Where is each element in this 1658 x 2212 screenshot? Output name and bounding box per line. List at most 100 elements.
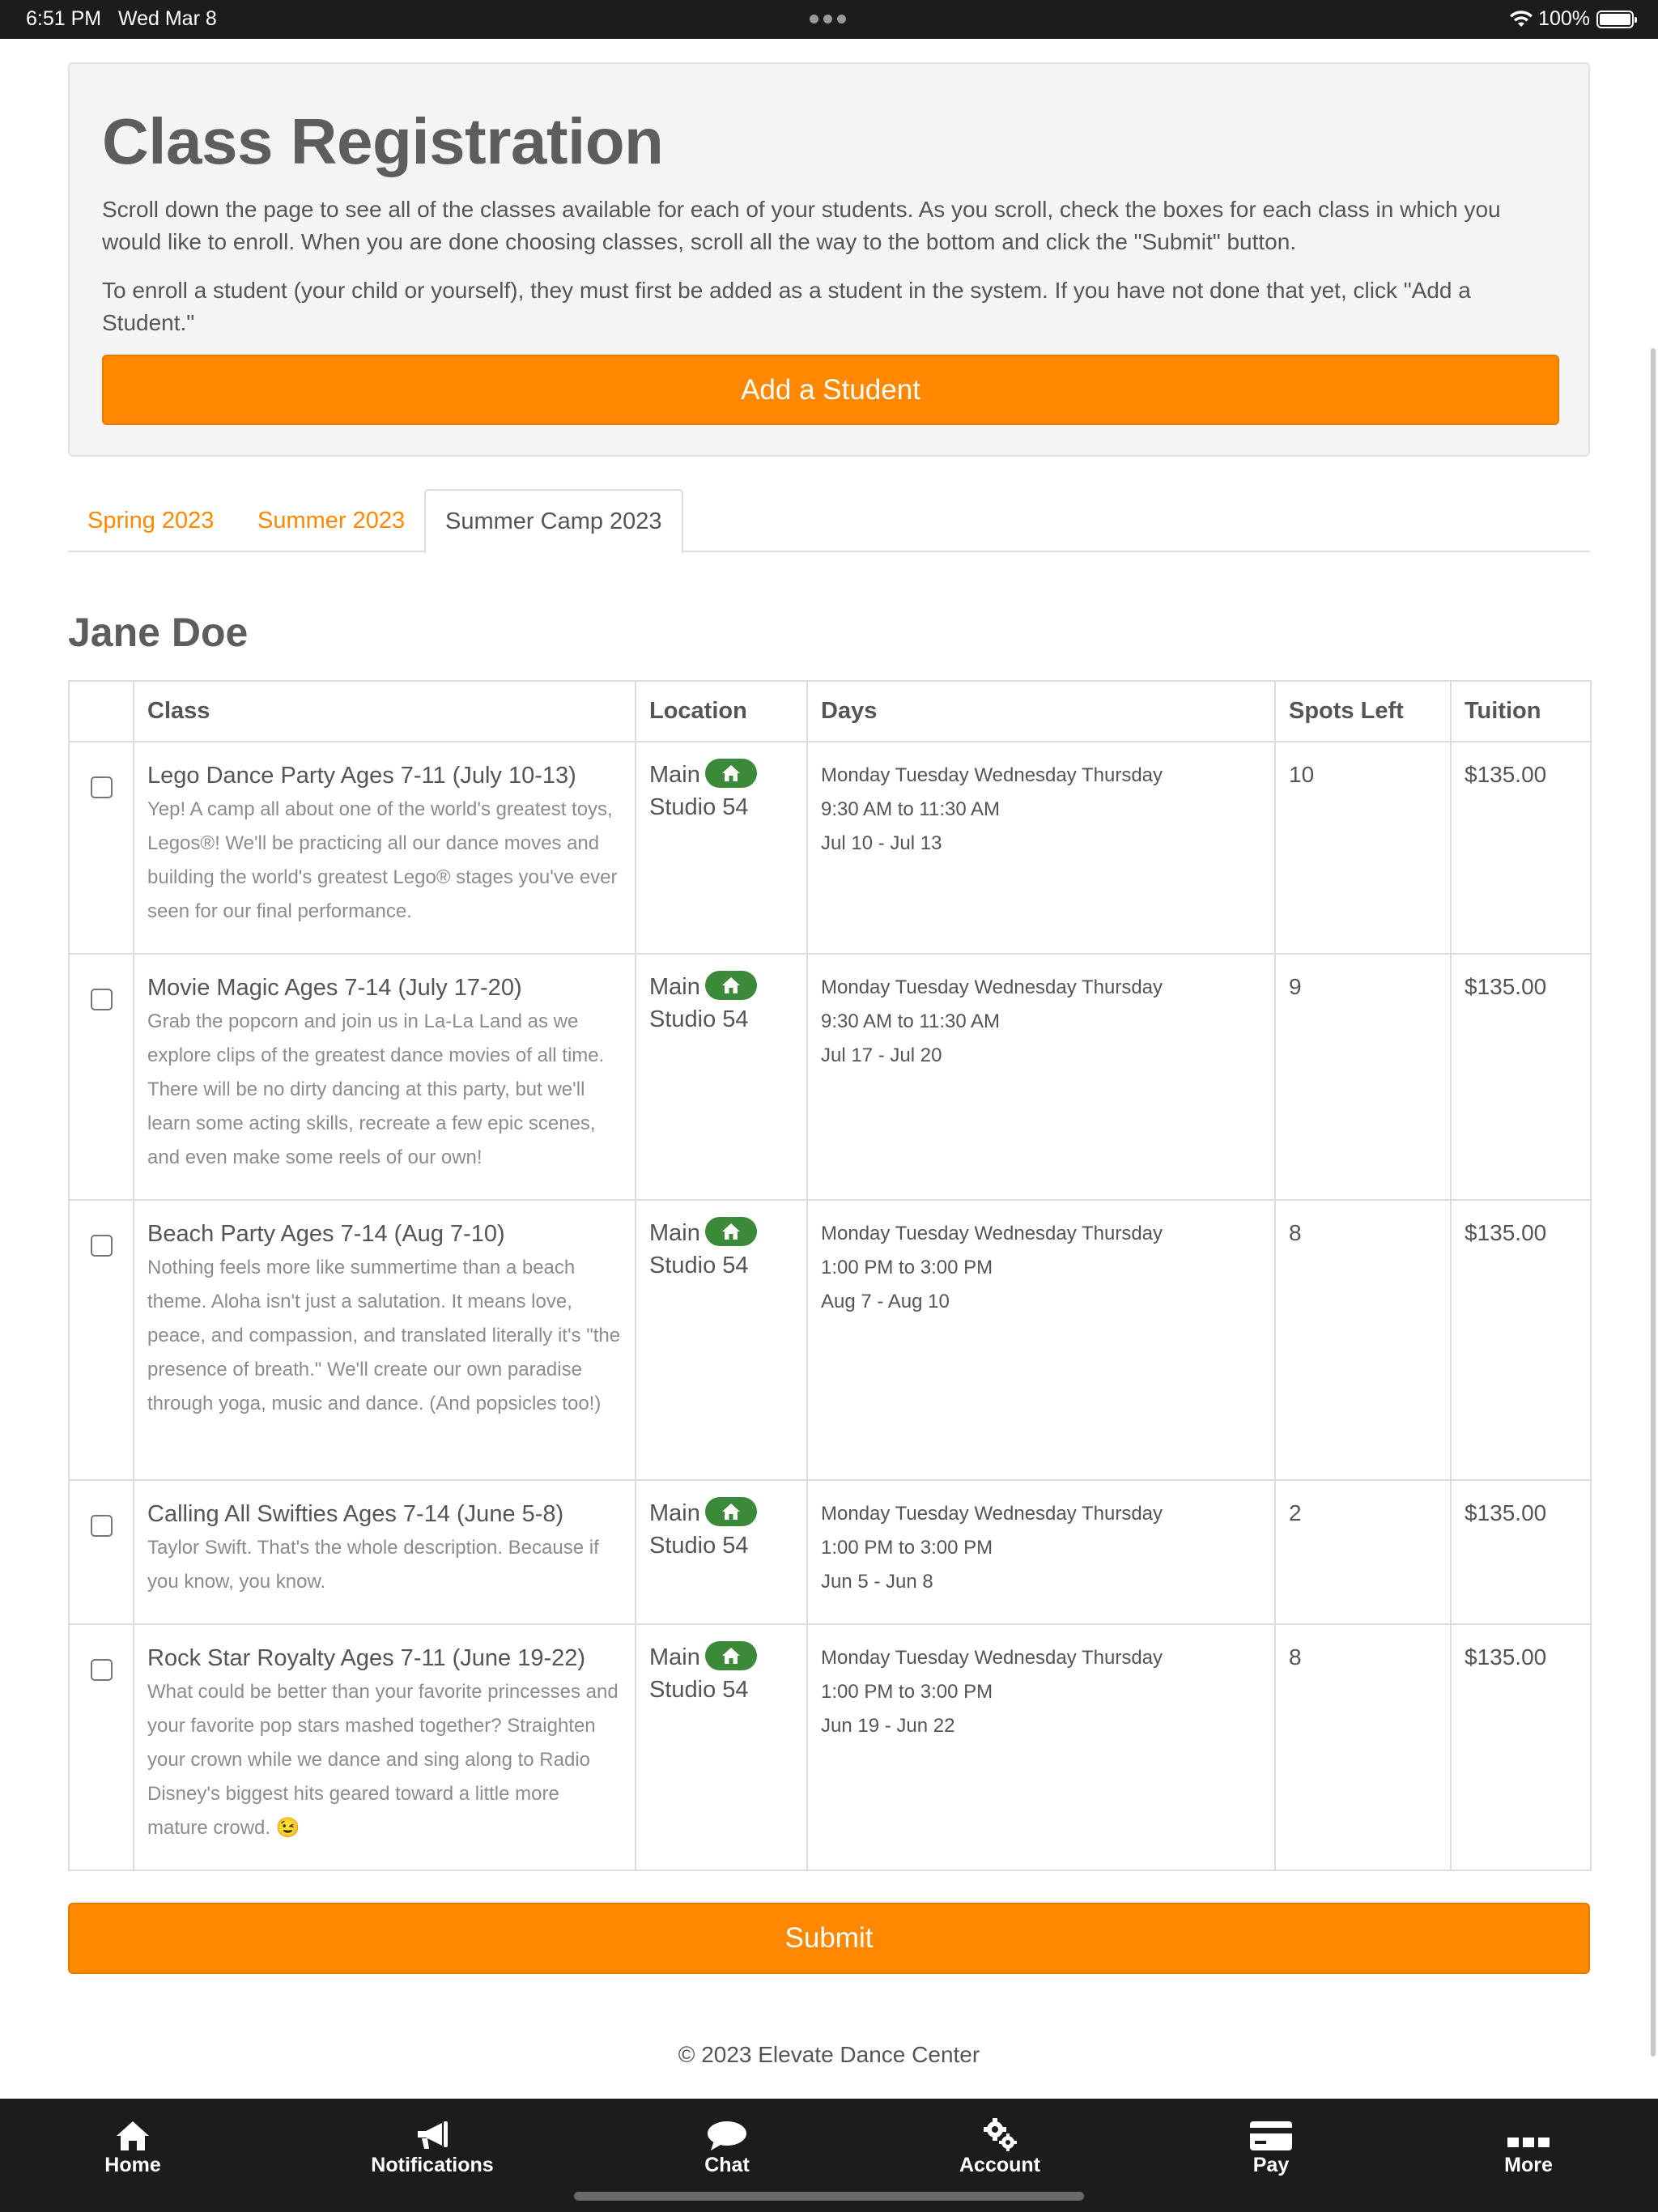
studio-name: Studio 54	[649, 1533, 749, 1559]
location-column-header: Location	[635, 680, 808, 742]
days-cell: Monday Tuesday Wednesday Thursday 1:00 P…	[806, 1199, 1276, 1481]
nav-label: Home	[104, 2154, 161, 2176]
home-icon	[117, 2121, 149, 2150]
class-name: Beach Party Ages 7-14 (Aug 7-10)	[147, 1221, 505, 1247]
tab-spring-2023[interactable]: Spring 2023	[68, 489, 233, 552]
class-days: Monday Tuesday Wednesday Thursday	[821, 764, 1163, 786]
class-cell: Movie Magic Ages 7-14 (July 17-20) Grab …	[133, 953, 636, 1201]
tab-summer-camp-2023[interactable]: Summer Camp 2023	[424, 489, 683, 554]
wifi-icon	[1510, 10, 1533, 27]
class-time: 1:00 PM to 3:00 PM	[821, 1257, 993, 1278]
table-row: Rock Star Royalty Ages 7-11 (June 19-22)…	[68, 1623, 1592, 1871]
class-cell: Lego Dance Party Ages 7-11 (July 10-13) …	[133, 741, 636, 955]
class-description: Grab the popcorn and join us in La-La La…	[147, 1010, 605, 1168]
home-location-icon	[704, 1217, 757, 1247]
class-name: Lego Dance Party Ages 7-11 (July 10-13)	[147, 763, 576, 789]
spots-column-header: Spots Left	[1274, 680, 1452, 742]
location-name: Main	[649, 762, 700, 788]
enroll-checkbox[interactable]	[90, 1235, 113, 1257]
battery-icon	[1596, 10, 1637, 28]
home-location-icon	[704, 1641, 757, 1671]
select-column-header	[68, 680, 134, 742]
select-cell	[68, 1479, 134, 1625]
status-time: 6:51 PM Wed Mar 8	[26, 7, 217, 30]
select-cell	[68, 741, 134, 955]
class-dates: Jun 19 - Jun 22	[821, 1715, 955, 1737]
class-time: 1:00 PM to 3:00 PM	[821, 1537, 993, 1559]
tab-summer-2023[interactable]: Summer 2023	[238, 489, 424, 552]
class-time: 9:30 AM to 11:30 AM	[821, 798, 1001, 820]
home-indicator-bar[interactable]	[574, 2192, 1084, 2201]
enroll-checkbox[interactable]	[90, 776, 113, 798]
nav-chat[interactable]: Chat	[646, 2116, 808, 2177]
select-cell	[68, 1623, 134, 1871]
more-dots-icon	[1507, 2138, 1550, 2147]
class-cell: Rock Star Royalty Ages 7-11 (June 19-22)…	[133, 1623, 636, 1871]
nav-pay[interactable]: Pay	[1190, 2116, 1352, 2177]
tuition-amount: $135.00	[1450, 741, 1592, 955]
submit-button[interactable]: Submit	[68, 1903, 1590, 1974]
class-days: Monday Tuesday Wednesday Thursday	[821, 1503, 1163, 1525]
tuition-amount: $135.00	[1450, 1623, 1592, 1871]
megaphone-icon	[418, 2121, 448, 2149]
class-dates: Jul 17 - Jul 20	[821, 1044, 942, 1066]
class-dates: Jul 10 - Jul 13	[821, 832, 942, 854]
class-days: Monday Tuesday Wednesday Thursday	[821, 1223, 1163, 1244]
tuition-column-header: Tuition	[1450, 680, 1592, 742]
add-student-button[interactable]: Add a Student	[102, 355, 1559, 425]
class-days: Monday Tuesday Wednesday Thursday	[821, 1647, 1163, 1669]
class-time: 1:00 PM to 3:00 PM	[821, 1681, 993, 1703]
nav-label: Chat	[704, 2154, 750, 2176]
classes-table: Class Location Days Spots Left Tuition L…	[68, 680, 1592, 1871]
spots-left: 9	[1274, 953, 1452, 1201]
days-column-header: Days	[806, 680, 1276, 742]
spots-left: 8	[1274, 1623, 1452, 1871]
nav-more[interactable]: More	[1448, 2116, 1609, 2177]
credit-card-icon	[1250, 2121, 1292, 2150]
spots-left: 8	[1274, 1199, 1452, 1481]
studio-name: Studio 54	[649, 794, 749, 820]
nav-label: Pay	[1252, 2154, 1290, 2176]
studio-name: Studio 54	[649, 1677, 749, 1703]
location-name: Main	[649, 1220, 700, 1246]
days-cell: Monday Tuesday Wednesday Thursday 9:30 A…	[806, 953, 1276, 1201]
class-time: 9:30 AM to 11:30 AM	[821, 1010, 1001, 1032]
class-name: Calling All Swifties Ages 7-14 (June 5-8…	[147, 1501, 564, 1527]
nav-label: Notifications	[371, 2154, 494, 2176]
intro-paragraph-add-student: To enroll a student (your child or yours…	[102, 278, 1471, 335]
tuition-amount: $135.00	[1450, 1199, 1592, 1481]
class-description: Nothing feels more like summertime than …	[147, 1257, 621, 1414]
class-description: Yep! A camp all about one of the world's…	[147, 798, 618, 922]
registration-intro-panel: Class Registration Scroll down the page …	[68, 62, 1590, 457]
location-name: Main	[649, 1500, 700, 1526]
status-indicators: 100%	[1509, 7, 1637, 31]
nav-notifications[interactable]: Notifications	[351, 2116, 513, 2177]
page-title: Class Registration	[102, 105, 664, 177]
class-column-header: Class	[133, 680, 636, 742]
tuition-amount: $135.00	[1450, 953, 1592, 1201]
days-cell: Monday Tuesday Wednesday Thursday 9:30 A…	[806, 741, 1276, 955]
enroll-checkbox[interactable]	[90, 1659, 113, 1681]
status-bar: 6:51 PM Wed Mar 8 100%	[0, 0, 1658, 39]
nav-account[interactable]: Account	[919, 2116, 1081, 2177]
select-cell	[68, 953, 134, 1201]
home-location-icon	[704, 759, 757, 789]
class-name: Movie Magic Ages 7-14 (July 17-20)	[147, 975, 522, 1001]
student-name-heading: Jane Doe	[68, 610, 249, 655]
enroll-checkbox[interactable]	[90, 989, 113, 1010]
table-row: Beach Party Ages 7-14 (Aug 7-10) Nothing…	[68, 1199, 1592, 1481]
location-cell: Main Studio 54	[635, 1199, 808, 1481]
class-cell: Calling All Swifties Ages 7-14 (June 5-8…	[133, 1479, 636, 1625]
nav-home[interactable]: Home	[52, 2116, 214, 2177]
table-header-row: Class Location Days Spots Left Tuition	[68, 680, 1592, 742]
enroll-checkbox[interactable]	[90, 1515, 113, 1537]
home-location-icon	[704, 971, 757, 1001]
chat-bubble-icon	[708, 2121, 746, 2150]
days-cell: Monday Tuesday Wednesday Thursday 1:00 P…	[806, 1479, 1276, 1625]
spots-left: 2	[1274, 1479, 1452, 1625]
home-location-icon	[704, 1497, 757, 1527]
location-cell: Main Studio 54	[635, 741, 808, 955]
class-description: Taylor Swift. That's the whole descripti…	[147, 1537, 599, 1593]
page-scrollbar[interactable]	[1651, 348, 1656, 2057]
multitasking-dots-icon[interactable]	[810, 15, 846, 23]
